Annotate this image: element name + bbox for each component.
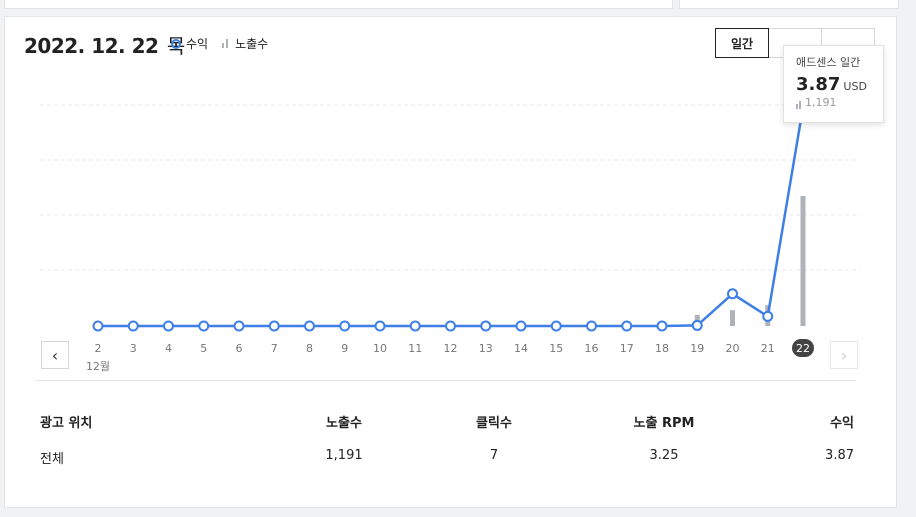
x-tick-label: 10 (373, 342, 387, 355)
th-placement: 광고 위치 (40, 416, 93, 431)
chart-tooltip: 애드센스 일간 3.87 USD 1,191 (783, 45, 884, 123)
x-tick-label: 11 (408, 342, 422, 355)
revenue-point (92, 320, 104, 332)
td-rpm: 3.25 (649, 448, 679, 463)
x-tick-label: 17 (620, 342, 634, 355)
revenue-chart: 2 3 4 5 6 7 8 9 10 11 12 13 14 15 16 17 18 19 20 21 22 12월 (40, 104, 860, 373)
td-placement: 전체 (40, 452, 64, 467)
impressions-bar-icon (796, 101, 802, 109)
divider (36, 380, 856, 381)
tooltip-value: 3.87 USD (796, 74, 871, 95)
x-month-label: 12월 (86, 360, 110, 373)
revenue-line (98, 107, 805, 328)
x-tick-label: 21 (761, 342, 775, 355)
x-tick-label: 12 (444, 342, 458, 355)
revenue-point (480, 320, 492, 332)
revenue-point (621, 320, 633, 332)
x-tick-label: 2 (95, 342, 102, 355)
x-tick-label: 16 (585, 342, 599, 355)
revenue-point (339, 320, 351, 332)
revenue-point (198, 320, 210, 332)
td-impressions: 1,191 (325, 448, 363, 463)
x-tick-label: 8 (306, 342, 313, 355)
x-tick-label: 14 (514, 342, 528, 355)
x-tick-label: 4 (165, 342, 172, 355)
revenue-point (304, 320, 315, 332)
chevron-right-icon: › (840, 345, 848, 365)
x-tick-label: 9 (341, 342, 348, 355)
x-tick-label: 20 (726, 342, 740, 355)
revenue-point (127, 320, 139, 332)
x-tick-label: 13 (479, 342, 493, 355)
th-rpm: 노출 RPM (633, 416, 695, 431)
revenue-point (515, 320, 527, 332)
tooltip-title: 애드센스 일간 (796, 56, 861, 69)
th-impressions: 노출수 (326, 416, 362, 431)
x-tick-label: 5 (200, 342, 207, 355)
impressions-bar (730, 310, 735, 326)
x-tick-label: 22 (796, 342, 810, 355)
tooltip-value-number: 3.87 (796, 74, 841, 95)
td-revenue: 3.87 (825, 448, 854, 463)
chart-prev-button[interactable]: ‹ (41, 341, 69, 369)
x-tick-label: 6 (236, 342, 243, 355)
tooltip-unit: USD (843, 80, 867, 93)
revenue-point (691, 319, 703, 331)
chevron-left-icon: ‹ (51, 345, 59, 365)
revenue-point (409, 320, 421, 332)
x-tick-label: 18 (655, 342, 669, 355)
revenue-point (727, 288, 738, 300)
revenue-point (656, 320, 668, 332)
revenue-point (445, 320, 456, 332)
chart-next-button[interactable]: › (830, 341, 858, 369)
th-revenue: 수익 (830, 416, 854, 431)
revenue-point (762, 310, 774, 322)
tooltip-impressions-value: 1,191 (805, 96, 837, 109)
td-clicks: 7 (489, 448, 499, 463)
revenue-point (586, 320, 597, 332)
tooltip-impressions: 1,191 (796, 96, 871, 109)
x-tick-label: 15 (549, 342, 563, 355)
revenue-point (233, 320, 245, 332)
x-tick-label: 7 (271, 342, 278, 355)
revenue-point (163, 320, 174, 332)
x-tick-label: 19 (690, 342, 704, 355)
x-tick-label: 3 (130, 342, 137, 355)
revenue-point (550, 320, 562, 332)
revenue-point (374, 320, 386, 332)
th-clicks: 클릭수 (476, 416, 512, 431)
impressions-bar (800, 196, 806, 326)
revenue-point (268, 320, 280, 332)
